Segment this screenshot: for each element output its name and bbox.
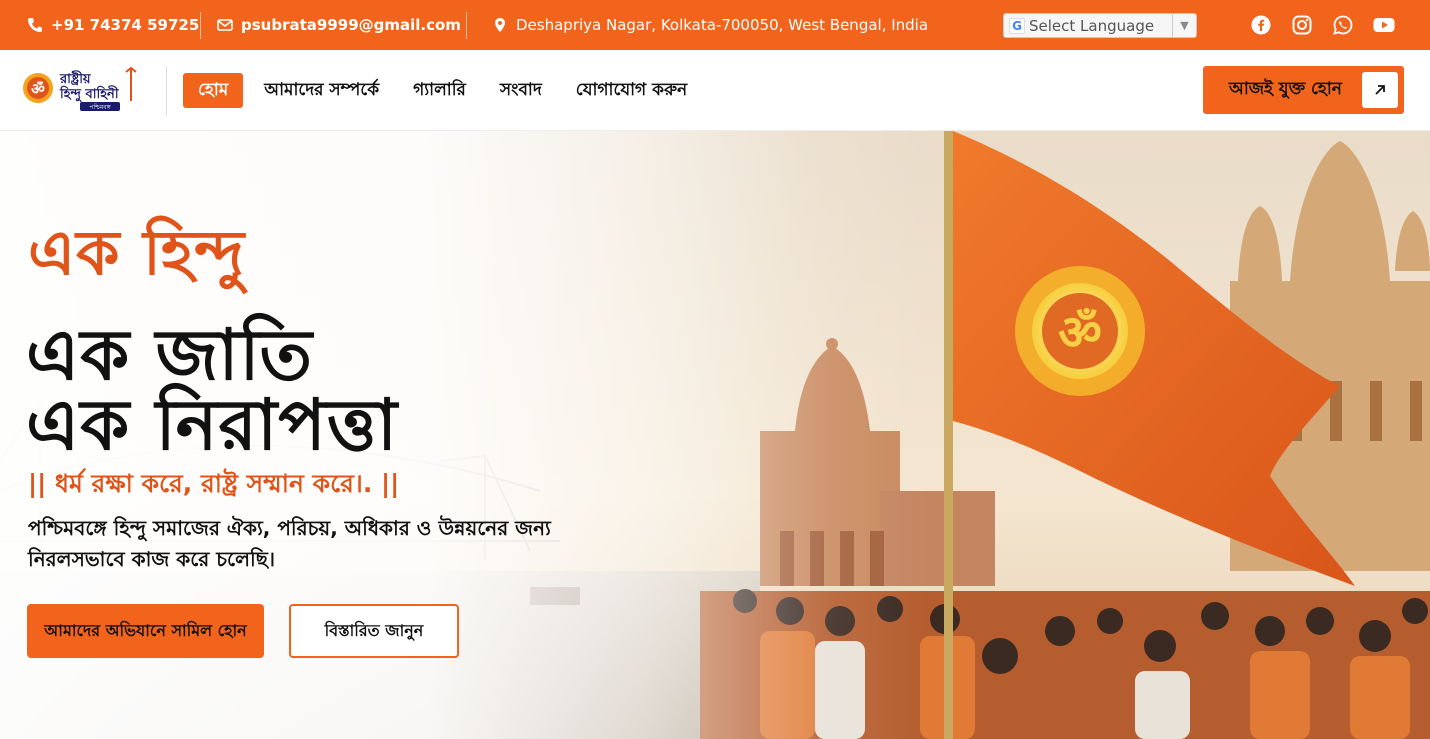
phone-icon (28, 18, 42, 32)
nav-menu: হোম আমাদের সম্পর্কে গ্যালারি সংবাদ যোগায… (183, 73, 704, 108)
hero-description: পশ্চিমবঙ্গে হিন্দু সমাজের ঐক্য, পরিচয়, … (28, 516, 551, 571)
facebook-icon[interactable] (1250, 14, 1272, 36)
email-contact[interactable]: psubrata9999@gmail.com (217, 0, 461, 50)
nav-item-gallery[interactable]: গ্যালারি (396, 73, 483, 108)
site-logo[interactable]: ॐ রাষ্ট্রীয় হিন্দু বাহিনী পশ্চিমবঙ্গ (22, 65, 146, 117)
divider (466, 12, 467, 39)
main-navbar: ॐ রাষ্ট্রীয় হিন্দু বাহিনী পশ্চিমবঙ্গ হো… (0, 50, 1430, 131)
join-campaign-button[interactable]: আমাদের অভিযানে সামিল হোন (27, 604, 264, 658)
logo-line-2: হিন্দু বাহিনী (59, 85, 120, 103)
nav-item-news[interactable]: সংবাদ (483, 73, 559, 108)
divider (166, 66, 167, 116)
logo-line-3: পশ্চিমবঙ্গ (89, 104, 111, 111)
email-address: psubrata9999@gmail.com (241, 16, 461, 34)
arrow-up-right-icon (1362, 72, 1398, 108)
envelope-icon (217, 19, 233, 31)
map-pin-icon (495, 18, 505, 32)
whatsapp-icon[interactable] (1332, 14, 1354, 36)
language-select[interactable]: G Select Language ▼ (1003, 13, 1197, 38)
instagram-icon[interactable] (1291, 14, 1313, 36)
top-contact-bar: +91 74374 59725 psubrata9999@gmail.com D… (0, 0, 1430, 50)
hero-tagline: এক হিন্দু (28, 216, 246, 289)
hero-section: ॐ এক হিন্দু এক জাতি এক নিরাপত্তা || ধর্ম… (0, 131, 1430, 739)
chevron-down-icon: ▼ (1172, 14, 1196, 37)
hero-slogan: || ধর্ম রক্ষা করে, রাষ্ট্র সম্মান করে।. … (28, 469, 400, 498)
nav-item-contact[interactable]: যোগাযোগ করুন (559, 73, 704, 108)
language-select-label: Select Language (1029, 16, 1155, 35)
google-translate-icon: G (1009, 17, 1025, 34)
address-contact: Deshapriya Nagar, Kolkata-700050, West B… (492, 0, 928, 50)
phone-contact[interactable]: +91 74374 59725 (27, 0, 199, 50)
join-today-label: আজই যুক্ত হোন (1229, 79, 1342, 99)
svg-text:ॐ: ॐ (31, 80, 45, 98)
learn-more-button[interactable]: বিস্তারিত জানুন (289, 604, 459, 658)
logo-line-1: রাষ্ট্রীয় (59, 70, 92, 87)
youtube-icon[interactable] (1373, 14, 1395, 36)
phone-number: +91 74374 59725 (51, 16, 200, 34)
divider (200, 12, 201, 39)
nav-item-about[interactable]: আমাদের সম্পর্কে (247, 73, 396, 108)
address-text: Deshapriya Nagar, Kolkata-700050, West B… (516, 16, 929, 34)
nav-item-home[interactable]: হোম (183, 73, 244, 108)
join-today-button[interactable]: আজই যুক্ত হোন (1203, 66, 1404, 114)
